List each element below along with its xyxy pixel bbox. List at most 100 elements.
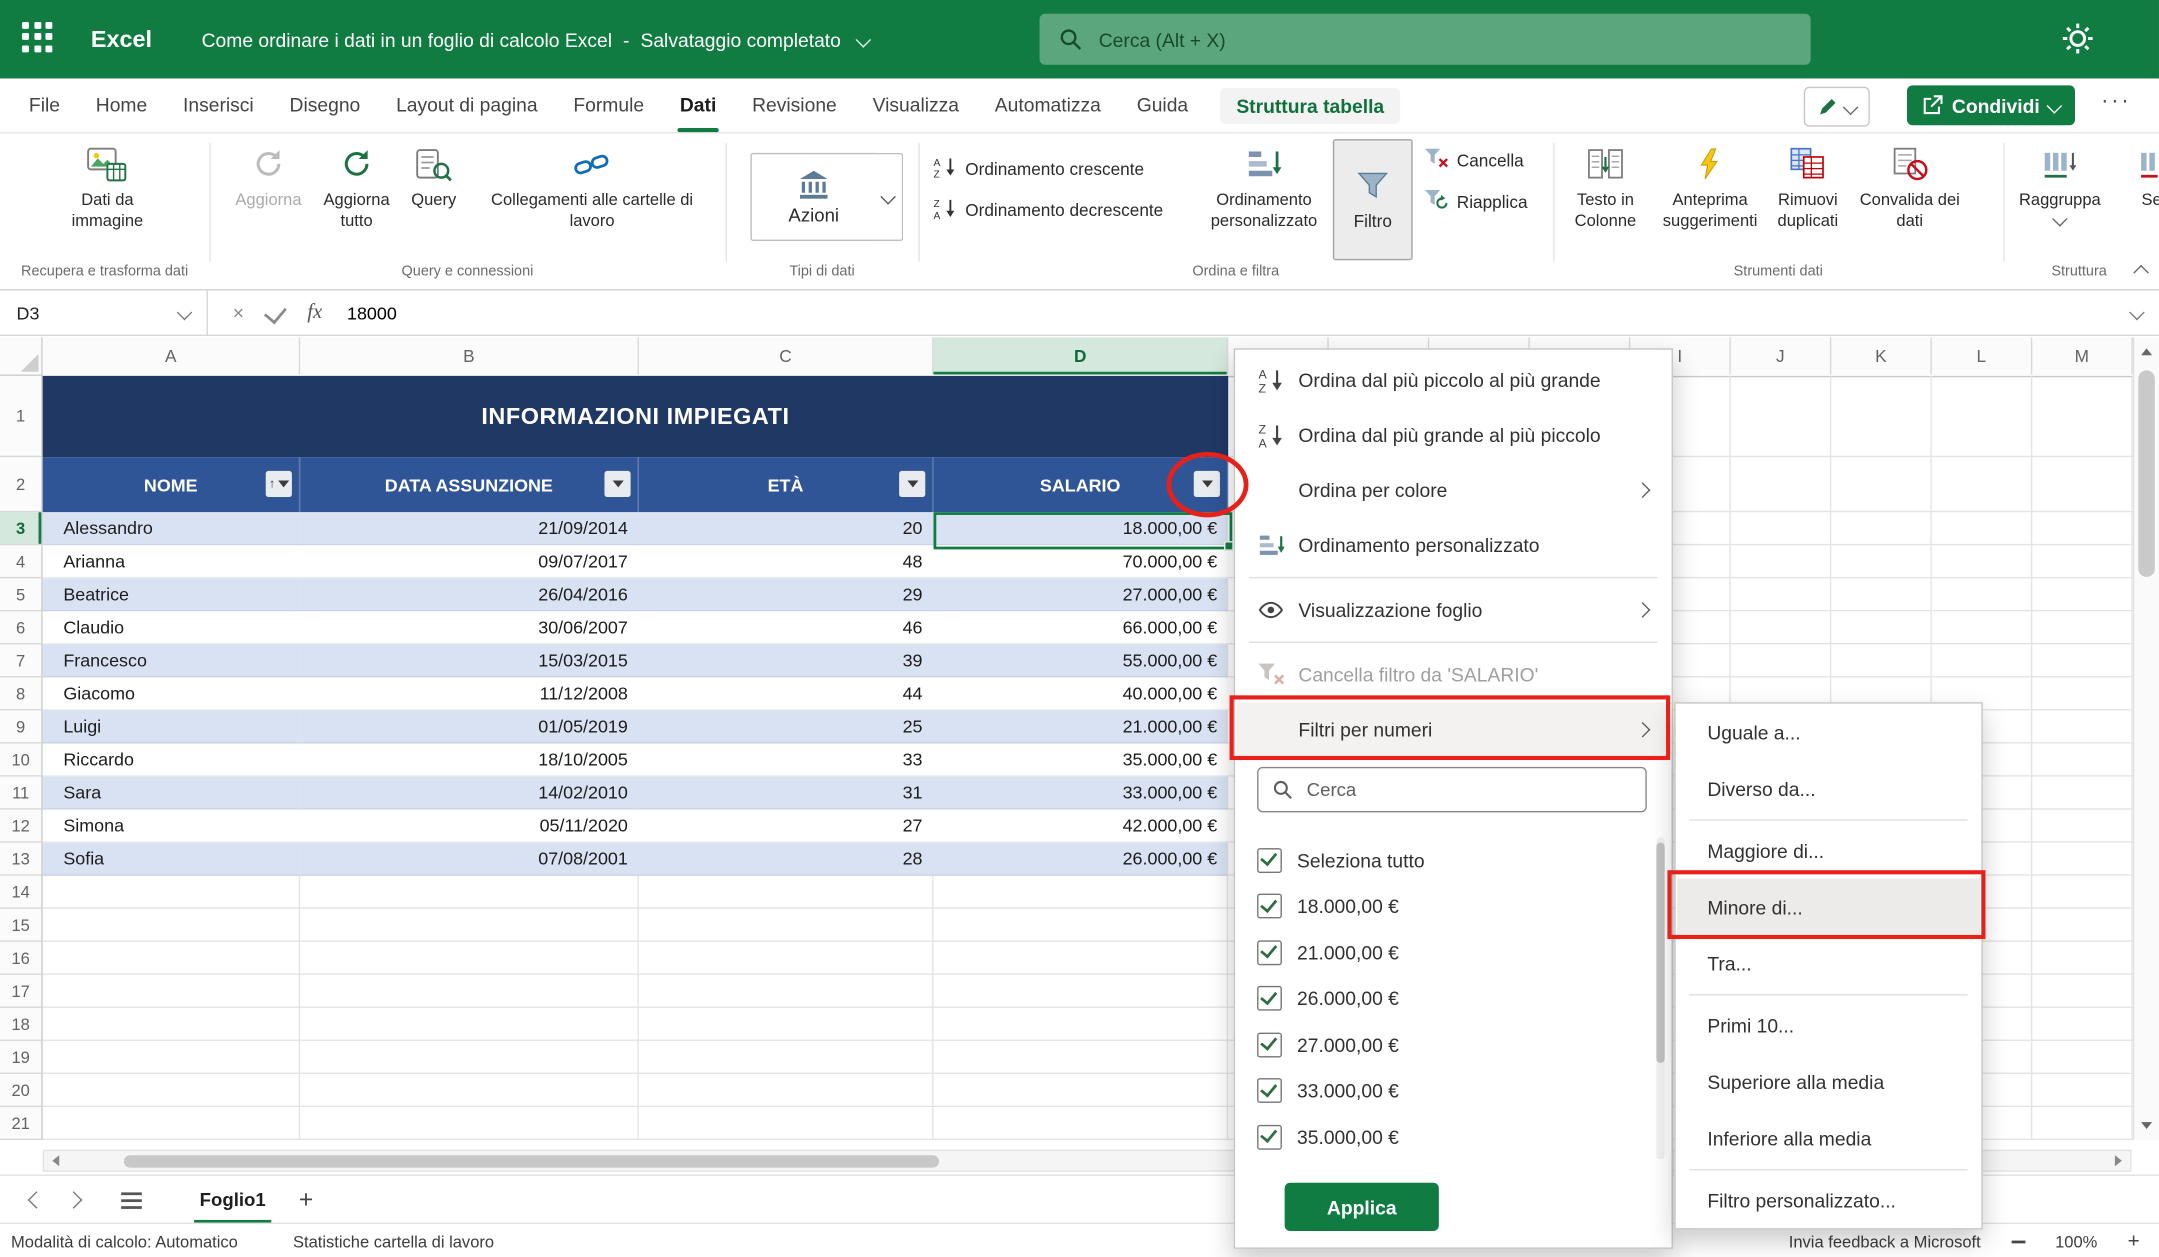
custom-sort-button[interactable]: Ordinamento personalizzato [1203, 142, 1324, 230]
filter-button-età[interactable] [899, 471, 925, 497]
filter-button-salario[interactable] [1194, 471, 1220, 497]
name-box[interactable]: D3 [0, 291, 208, 335]
row-header-2[interactable]: 2 [0, 457, 41, 512]
next-sheet-icon[interactable] [65, 1191, 83, 1209]
cell[interactable]: 27 [639, 810, 934, 843]
cell[interactable]: Simona [43, 810, 300, 843]
select-all-corner[interactable] [0, 337, 43, 376]
checkbox-checked-icon[interactable] [1257, 986, 1282, 1011]
submenu-item-tra-[interactable]: Tra... [1677, 935, 1980, 991]
app-launcher-waffle-icon[interactable] [22, 21, 58, 57]
checkbox-checked-icon[interactable] [1257, 1078, 1282, 1103]
filter-option[interactable]: Seleziona tutto [1257, 837, 1424, 882]
cell[interactable]: 26/04/2016 [300, 578, 639, 611]
cell[interactable]: Sara [43, 777, 300, 810]
cell[interactable]: 44 [639, 677, 934, 710]
row-header-8[interactable]: 8 [0, 677, 41, 710]
tab-dati[interactable]: Dati [662, 78, 734, 132]
tab-layout-di-pagina[interactable]: Layout di pagina [378, 78, 555, 132]
scroll-right-icon[interactable] [2115, 1155, 2122, 1166]
column-header-C[interactable]: C [639, 337, 934, 374]
data-validation-button[interactable]: Convalida dei dati [1851, 142, 1969, 230]
workbook-links-button[interactable]: Collegamenti alle cartelle di lavoro [471, 142, 713, 230]
send-feedback-link[interactable]: Invia feedback a Microsoft [1789, 1232, 1981, 1251]
query-button[interactable]: Query [401, 142, 467, 210]
filter-search-input[interactable] [1304, 778, 1645, 801]
sort-descending-button[interactable]: ZA Ordinamento decrescente [934, 197, 1164, 225]
filter-search-box[interactable] [1257, 767, 1647, 812]
flash-fill-button[interactable]: Anteprima suggerimenti [1655, 142, 1765, 230]
cell[interactable]: 66.000,00 € [934, 611, 1229, 644]
column-header-B[interactable]: B [300, 337, 639, 374]
drawing-pen-button[interactable] [1804, 87, 1870, 127]
cell[interactable]: 30/06/2007 [300, 611, 639, 644]
zoom-in-icon[interactable]: + [2128, 1231, 2140, 1252]
table-header-salario[interactable]: SALARIO [934, 457, 1229, 512]
cell[interactable]: 27.000,00 € [934, 578, 1229, 611]
row-header-14[interactable]: 14 [0, 876, 41, 909]
cell[interactable]: 42.000,00 € [934, 810, 1229, 843]
group-button[interactable]: Raggruppa [2010, 142, 2109, 224]
submenu-item-uguale-a-[interactable]: Uguale a... [1677, 704, 1980, 760]
data-from-picture-button[interactable]: Dati da immagine [52, 142, 162, 230]
cell[interactable]: 05/11/2020 [300, 810, 639, 843]
insert-function-icon[interactable]: fx [307, 301, 322, 324]
cell[interactable]: 07/08/2001 [300, 843, 639, 876]
formula-bar-value[interactable]: 18000 [347, 302, 397, 323]
tab-revisione[interactable]: Revisione [734, 78, 854, 132]
table-header-nome[interactable]: NOME↑ [43, 457, 300, 512]
document-title[interactable]: Come ordinare i dati in un foglio di cal… [202, 28, 869, 50]
row-header-16[interactable]: 16 [0, 942, 41, 975]
menu-item-1[interactable]: ZAOrdina dal più grande al più piccolo [1236, 408, 1670, 463]
cell[interactable]: 18.000,00 € [934, 512, 1229, 545]
cell[interactable]: 28 [639, 843, 934, 876]
cell[interactable]: 29 [639, 578, 934, 611]
tab-guida[interactable]: Guida [1119, 78, 1206, 132]
cell[interactable]: Claudio [43, 611, 300, 644]
row-header-4[interactable]: 4 [0, 545, 41, 578]
submenu-item-filtro-personalizzato-[interactable]: Filtro personalizzato... [1677, 1172, 1980, 1228]
cell[interactable]: 35.000,00 € [934, 744, 1229, 777]
menu-item-4[interactable]: Visualizzazione foglio [1236, 582, 1670, 637]
vertical-scrollbar[interactable] [2133, 337, 2159, 1140]
cell[interactable]: 48 [639, 545, 934, 578]
filter-option[interactable]: 35.000,00 € [1257, 1114, 1399, 1159]
scroll-left-icon[interactable] [52, 1155, 59, 1166]
column-header-M[interactable]: M [2032, 337, 2133, 374]
cell[interactable]: 40.000,00 € [934, 677, 1229, 710]
filter-button-active[interactable]: Filtro [1333, 139, 1413, 260]
calc-mode-status[interactable]: Modalità di calcolo: Automatico [11, 1232, 238, 1251]
scroll-down-icon[interactable] [2141, 1122, 2152, 1129]
checkbox-checked-icon[interactable] [1257, 847, 1282, 872]
submenu-item-diverso-da-[interactable]: Diverso da... [1677, 760, 1980, 816]
reapply-filter-button[interactable]: Riapplica [1424, 189, 1528, 215]
column-header-A[interactable]: A [43, 337, 300, 374]
search-box[interactable] [1040, 14, 1811, 65]
workbook-statistics[interactable]: Statistiche cartella di lavoro [293, 1232, 494, 1251]
cell[interactable]: 26.000,00 € [934, 843, 1229, 876]
row-header-12[interactable]: 12 [0, 810, 41, 843]
tab-struttura-tabella[interactable]: Struttura tabella [1220, 87, 1401, 123]
sheet-tab-foglio1[interactable]: Foglio1 [180, 1176, 285, 1224]
cell[interactable]: 70.000,00 € [934, 545, 1229, 578]
cell[interactable]: 21/09/2014 [300, 512, 639, 545]
cell[interactable]: 20 [639, 512, 934, 545]
row-header-9[interactable]: 9 [0, 710, 41, 743]
cell[interactable]: 15/03/2015 [300, 644, 639, 677]
share-button[interactable]: Condividi [1907, 85, 2075, 125]
tab-automatizza[interactable]: Automatizza [977, 78, 1119, 132]
cell[interactable]: 31 [639, 777, 934, 810]
row-header-1[interactable]: 1 [0, 376, 41, 457]
cell[interactable]: Giacomo [43, 677, 300, 710]
cell[interactable]: Riccardo [43, 744, 300, 777]
expand-formula-bar-icon[interactable] [2129, 305, 2145, 321]
filter-option[interactable]: 33.000,00 € [1257, 1068, 1399, 1113]
column-header-L[interactable]: L [1932, 337, 2033, 374]
ungroup-button-cutoff[interactable]: Sep [2115, 142, 2159, 210]
collapse-ribbon-icon[interactable] [2136, 260, 2147, 285]
cell[interactable]: Arianna [43, 545, 300, 578]
cell[interactable]: 25 [639, 710, 934, 743]
cell[interactable]: Luigi [43, 710, 300, 743]
row-header-15[interactable]: 15 [0, 909, 41, 942]
checkbox-checked-icon[interactable] [1257, 940, 1282, 965]
